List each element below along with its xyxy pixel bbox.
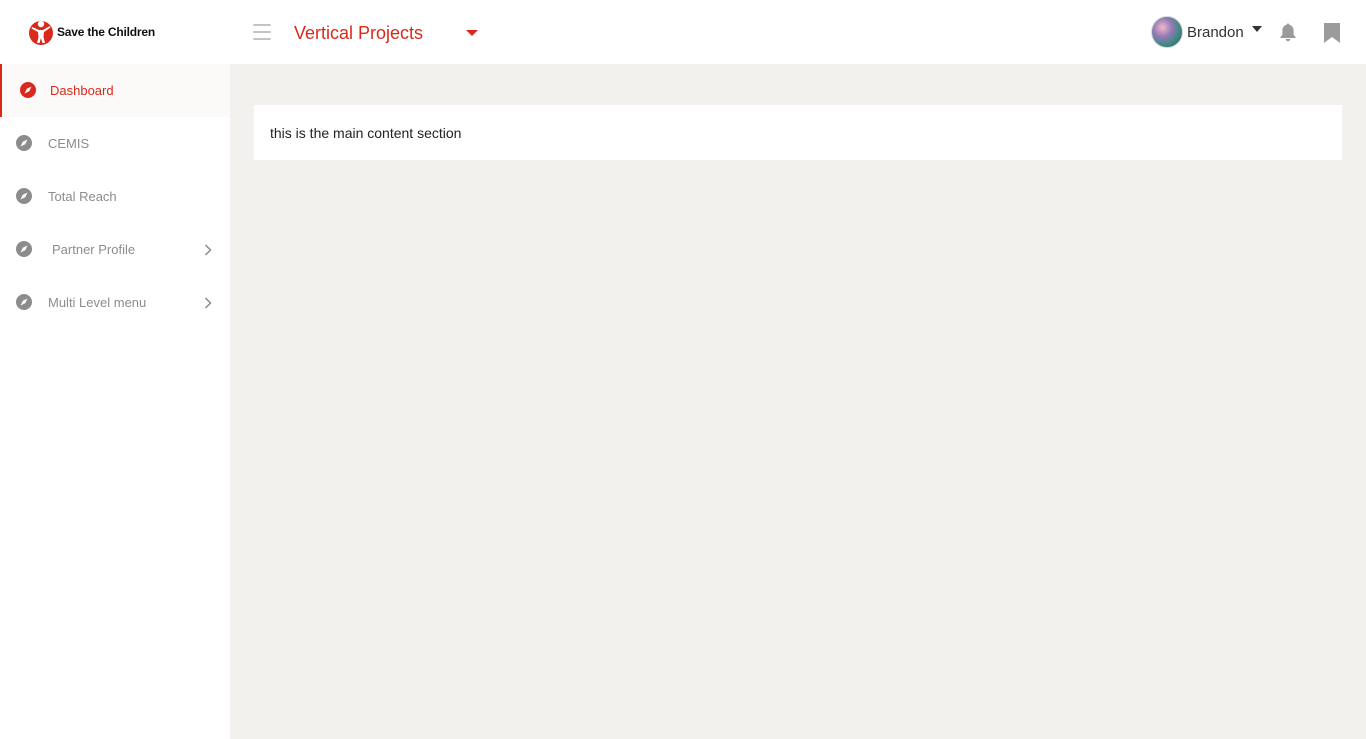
chevron-right-icon[interactable] xyxy=(204,244,212,256)
sidebar-item-cemis[interactable]: CEMIS xyxy=(0,117,230,170)
sidebar-item-label: Partner Profile xyxy=(52,242,136,257)
content-text: this is the main content section xyxy=(270,124,462,141)
project-selector-label: Vertical Projects xyxy=(294,22,424,43)
sidebar-item-multi-level-menu[interactable]: Multi Level menu xyxy=(0,276,230,329)
content-card: this is the main content section xyxy=(254,105,1342,160)
bell-icon[interactable] xyxy=(1279,22,1297,42)
user-name: Brandon xyxy=(1187,23,1244,41)
caret-down-icon xyxy=(1251,26,1262,32)
compass-icon xyxy=(16,135,32,151)
project-selector[interactable]: Vertical Projects xyxy=(294,20,484,46)
sidebar-item-label: Dashboard xyxy=(50,83,114,98)
save-the-children-logo-icon xyxy=(29,20,53,45)
sidebar-item-label: Multi Level menu xyxy=(48,295,147,310)
logo[interactable]: Save the Children xyxy=(28,18,155,46)
main-content: this is the main content section xyxy=(230,64,1366,739)
caret-down-icon xyxy=(466,30,478,36)
hamburger-icon[interactable] xyxy=(253,24,271,40)
logo-text: Save the Children xyxy=(57,25,155,39)
sidebar-item-label: CEMIS xyxy=(48,136,90,151)
sidebar-item-dashboard[interactable]: Dashboard xyxy=(0,64,230,117)
chevron-right-icon[interactable] xyxy=(204,297,212,309)
compass-icon xyxy=(16,294,32,310)
sidebar-item-label: Total Reach xyxy=(48,189,117,204)
compass-icon xyxy=(16,188,32,204)
compass-icon xyxy=(20,82,36,98)
compass-icon xyxy=(16,241,32,257)
top-header: Save the Children Vertical Projects Bran… xyxy=(0,0,1366,64)
sidebar-item-total-reach[interactable]: Total Reach xyxy=(0,170,230,223)
avatar xyxy=(1151,16,1183,48)
sidebar-item-partner-profile[interactable]: Partner Profile xyxy=(0,223,230,276)
app-shell: Save the Children Vertical Projects Bran… xyxy=(0,0,1366,739)
bookmark-icon[interactable] xyxy=(1323,22,1341,44)
user-menu[interactable]: Brandon xyxy=(1151,16,1262,48)
sidebar: Dashboard CEMIS Total Reach Partner Prof… xyxy=(0,64,230,739)
